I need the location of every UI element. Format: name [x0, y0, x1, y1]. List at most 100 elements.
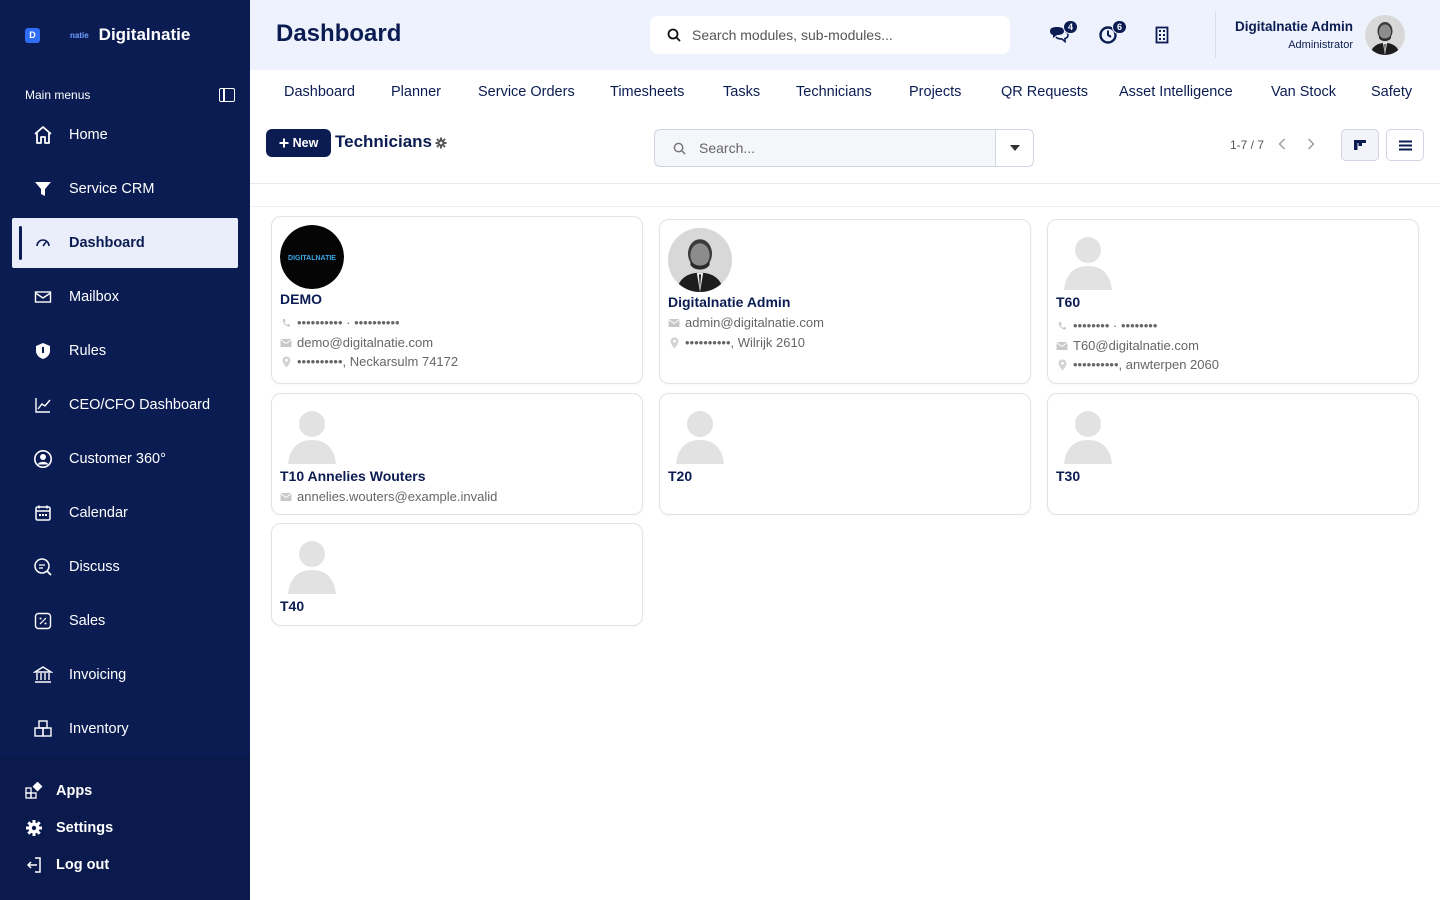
pager-next-button[interactable] [1303, 135, 1319, 153]
global-search[interactable] [650, 16, 1010, 54]
technician-name: Digitalnatie Admin [668, 294, 791, 310]
subnav-timesheets[interactable]: Timesheets [610, 84, 684, 100]
sidebar-item-ceo-cfo-dashboard[interactable]: CEO/CFO Dashboard [12, 380, 238, 430]
sidebar-footer: Apps Settings Log out [0, 756, 250, 900]
subnav-dashboard[interactable]: Dashboard [284, 84, 355, 100]
avatar-placeholder-icon [280, 532, 344, 596]
user-name: Digitalnatie Admin [1234, 19, 1353, 34]
list-search[interactable] [654, 129, 1034, 167]
technician-card[interactable]: T40 [271, 523, 643, 626]
phone-icon [280, 317, 292, 329]
list-search-input[interactable] [699, 140, 979, 156]
global-search-input[interactable] [692, 27, 992, 43]
subnav-tasks[interactable]: Tasks [723, 84, 760, 100]
subnav-service-orders[interactable]: Service Orders [478, 84, 575, 100]
sidebar-item-label: Discuss [69, 559, 120, 575]
gear-icon [25, 819, 43, 837]
avatar-placeholder-icon [280, 402, 344, 466]
map-pin-icon [1056, 359, 1068, 371]
sidebar-item-label: Service CRM [69, 181, 155, 197]
subnav-projects[interactable]: Projects [909, 84, 961, 100]
sidebar-item-home[interactable]: Home [12, 110, 238, 160]
sidebar-item-rules[interactable]: Rules [12, 326, 238, 376]
building-icon [1155, 26, 1169, 44]
subnav-planner[interactable]: Planner [391, 84, 441, 100]
sidebar-item-dashboard[interactable]: Dashboard [12, 218, 238, 268]
mail-icon [32, 286, 54, 308]
brand-logo-text: natie [70, 30, 89, 40]
sidebar-item-label: Dashboard [69, 235, 145, 251]
technician-address: ••••••••••, Wilrijk 2610 [668, 335, 805, 350]
messages-button[interactable]: 4 [1046, 20, 1078, 48]
technician-address: ••••••••••, Neckarsulm 74172 [280, 354, 458, 369]
technician-phone: •••••••••• · •••••••••• [280, 315, 400, 330]
gear-icon[interactable] [435, 137, 447, 149]
sidebar-item-settings[interactable]: Settings [25, 816, 113, 840]
sidebar-item-label: Log out [56, 857, 110, 873]
top-header: Dashboard 4 6 Digitalnatie Admin Adminis… [250, 0, 1440, 70]
sidebar: D natie Digitalnatie Main menus Home Ser… [0, 0, 250, 900]
gauge-icon [32, 232, 54, 254]
technician-name: DEMO [280, 291, 322, 307]
map-pin-icon [280, 356, 292, 368]
sidebar-item-label: Rules [69, 343, 107, 359]
technician-card[interactable]: T10 Annelies Wouters annelies.wouters@ex… [271, 393, 643, 515]
sidebar-item-invoicing[interactable]: Invoicing [12, 650, 238, 700]
filter-icon [32, 178, 54, 200]
sidebar-item-discuss[interactable]: Discuss [12, 542, 238, 592]
sidebar-item-label: Inventory [69, 721, 129, 737]
technician-card[interactable]: DIGITALNATIE DEMO •••••••••• · •••••••••… [271, 216, 643, 384]
sidebar-item-mailbox[interactable]: Mailbox [12, 272, 238, 322]
control-bar: New Technicians 1-7 / 7 [250, 116, 1440, 184]
subnav-technicians[interactable]: Technicians [796, 84, 872, 100]
sidebar-item-apps[interactable]: Apps [25, 779, 92, 803]
list-view-button[interactable] [1386, 129, 1424, 161]
percent-icon [32, 610, 54, 632]
avatar-placeholder-icon [1056, 228, 1120, 292]
technician-card[interactable]: T60 •••••••• · •••••••• T60@digitalnatie… [1047, 219, 1419, 384]
sidebar-item-service-crm[interactable]: Service CRM [12, 164, 238, 214]
user-role: Administrator [1288, 39, 1353, 51]
chevron-left-icon [1278, 138, 1285, 150]
sidebar-item-calendar[interactable]: Calendar [12, 488, 238, 538]
sidebar-item-label: Sales [69, 613, 106, 629]
phone-icon [1056, 320, 1068, 332]
technician-phone: •••••••• · •••••••• [1056, 318, 1157, 333]
technician-card[interactable]: T20 [659, 393, 1031, 515]
caret-down-icon [1009, 145, 1020, 151]
sidebar-item-label: Mailbox [69, 289, 119, 305]
sidebar-collapse-icon[interactable] [219, 88, 235, 102]
subnav-van-stock[interactable]: Van Stock [1271, 84, 1336, 100]
technician-card[interactable]: Digitalnatie Admin admin@digitalnatie.co… [659, 219, 1031, 384]
company-switcher-button[interactable] [1149, 22, 1175, 48]
sidebar-item-label: Customer 360° [69, 451, 166, 467]
technician-name: T40 [280, 598, 305, 614]
sidebar-item-inventory[interactable]: Inventory [12, 704, 238, 754]
sidebar-item-label: Apps [56, 783, 93, 799]
search-options-toggle[interactable] [995, 130, 1033, 166]
sidebar-item-label: Settings [56, 820, 114, 836]
subnav-qr-requests[interactable]: QR Requests [1001, 84, 1088, 100]
mail-icon [1056, 340, 1068, 352]
new-button[interactable]: New [266, 129, 331, 157]
chart-line-icon [32, 394, 54, 416]
sidebar-item-sales[interactable]: Sales [12, 596, 238, 646]
sidebar-item-label: CEO/CFO Dashboard [69, 397, 211, 413]
subnav-asset-intelligence[interactable]: Asset Intelligence [1119, 84, 1233, 100]
search-icon [666, 27, 682, 43]
sidebar-item-label: Calendar [69, 505, 128, 521]
brand[interactable]: D natie Digitalnatie [25, 22, 190, 48]
user-avatar[interactable] [1365, 15, 1405, 55]
technician-name: T20 [668, 468, 693, 484]
pager-value[interactable]: 1-7 / 7 [1230, 138, 1264, 152]
technician-avatar [668, 228, 732, 292]
sidebar-item-customer-360[interactable]: Customer 360° [12, 434, 238, 484]
logout-icon [25, 856, 43, 874]
subnav-safety[interactable]: Safety [1371, 84, 1412, 100]
kanban-view-button[interactable] [1341, 129, 1379, 161]
shield-icon [32, 340, 54, 362]
activities-button[interactable]: 6 [1095, 20, 1127, 48]
sidebar-item-logout[interactable]: Log out [25, 853, 109, 877]
pager-prev-button[interactable] [1274, 135, 1290, 153]
technician-card[interactable]: T30 [1047, 393, 1419, 515]
